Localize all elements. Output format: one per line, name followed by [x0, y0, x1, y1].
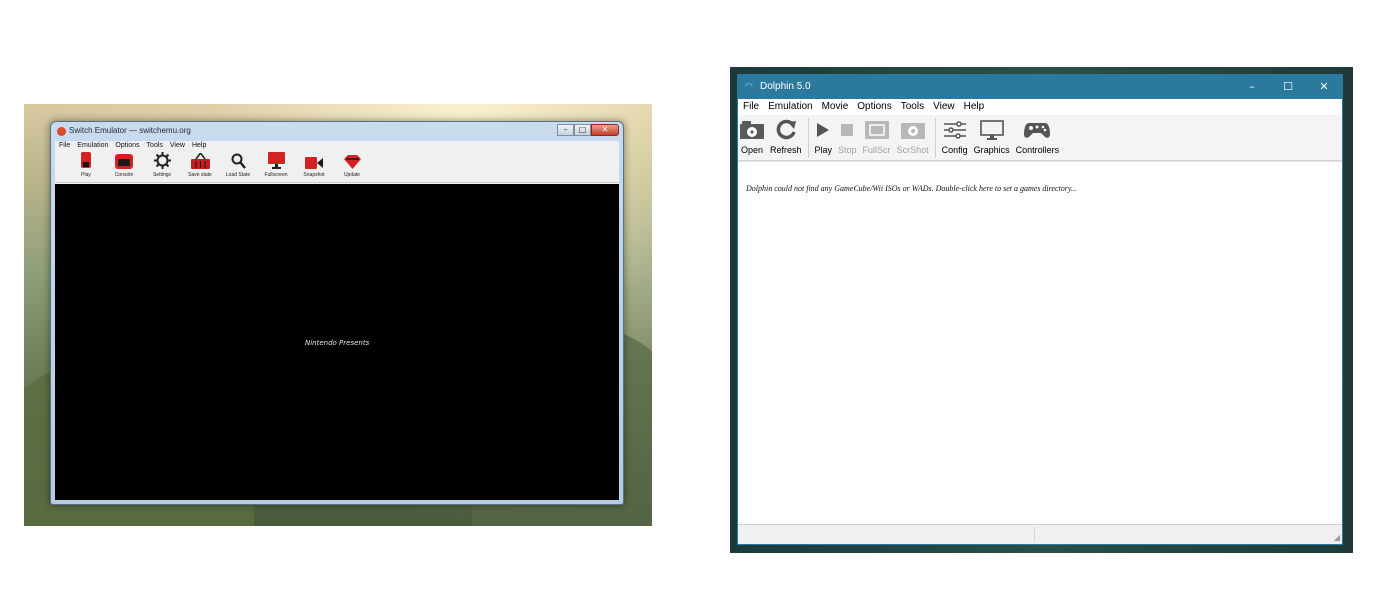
load-state-label: Load State	[225, 172, 251, 178]
update-button[interactable]: Update	[333, 151, 371, 182]
console-icon	[114, 151, 134, 169]
screen-text: Nintendo Presents	[305, 339, 370, 347]
search-icon	[228, 151, 248, 169]
fullscreen-button[interactable]: Fullscreen	[257, 151, 295, 182]
menu-emulation[interactable]: Emulation	[768, 99, 812, 115]
graphics-button[interactable]: Graphics	[974, 115, 1010, 155]
open-button[interactable]: Open	[740, 115, 764, 155]
toolbar: Open Refresh Play Stop FullScr ScrShot C…	[738, 115, 1342, 161]
save-state-icon	[190, 151, 210, 169]
config-icon	[943, 115, 966, 145]
title-bar[interactable]: ◠ Dolphin 5.0 – ☐ ✕	[738, 75, 1342, 99]
play-label: Play	[81, 172, 91, 178]
play-button[interactable]: Play	[67, 151, 105, 182]
menu-help[interactable]: Help	[964, 99, 985, 115]
stop-icon	[840, 115, 854, 145]
stop-button[interactable]: Stop	[838, 115, 857, 155]
window-title: Switch Emulator — switchemu.org	[69, 126, 191, 135]
graphics-label: Graphics	[973, 145, 1010, 155]
resize-grip-icon[interactable]: ◢	[1334, 533, 1340, 542]
status-divider	[1034, 527, 1035, 542]
fullscreen-label: FullScr	[862, 145, 891, 155]
graphics-icon	[979, 115, 1004, 145]
maximize-button[interactable]: ☐	[1270, 75, 1306, 99]
settings-icon	[152, 151, 172, 169]
config-label: Config	[941, 145, 968, 155]
stop-label: Stop	[838, 145, 857, 155]
menu-view[interactable]: View	[933, 99, 955, 115]
dolphin-window: ◠ Dolphin 5.0 – ☐ ✕ File Emulation Movie…	[737, 74, 1343, 545]
menu-view[interactable]: View	[170, 141, 185, 151]
refresh-label: Refresh	[770, 145, 802, 155]
menu-tools[interactable]: Tools	[147, 141, 163, 151]
menu-file[interactable]: File	[743, 99, 759, 115]
snapshot-label: Snapshot	[303, 172, 325, 178]
close-button[interactable]: ✕	[591, 124, 619, 136]
open-label: Open	[740, 145, 764, 155]
controllers-button[interactable]: Controllers	[1015, 115, 1060, 155]
game-screen[interactable]: Nintendo Presents	[55, 184, 619, 500]
refresh-button[interactable]: Refresh	[770, 115, 802, 155]
play-icon	[76, 151, 96, 169]
refresh-icon	[775, 115, 797, 145]
menu-help[interactable]: Help	[192, 141, 206, 151]
app-logo-icon	[57, 127, 66, 136]
switch-emulator-screenshot: Switch Emulator — switchemu.org – □ ✕ Fi…	[24, 104, 652, 526]
fullscreen-icon	[864, 115, 889, 145]
settings-label: Settings	[152, 172, 172, 178]
menu-emulation[interactable]: Emulation	[77, 141, 108, 151]
window-body: File Emulation Options Tools View Help P…	[55, 141, 619, 500]
fullscreen-button[interactable]: FullScr	[863, 115, 891, 155]
game-list[interactable]: Dolphin could not find any GameCube/Wii …	[738, 161, 1342, 524]
config-button[interactable]: Config	[942, 115, 968, 155]
update-label: Update	[343, 172, 361, 178]
title-bar[interactable]: Switch Emulator — switchemu.org – □ ✕	[51, 122, 623, 142]
menu-bar: File Emulation Options Tools View Help	[55, 141, 619, 151]
console-label: Console	[114, 172, 134, 178]
status-bar: ◢	[738, 524, 1342, 544]
maximize-button[interactable]: □	[574, 124, 591, 136]
save-state-label: Save state	[188, 172, 212, 178]
menu-movie[interactable]: Movie	[822, 99, 849, 115]
settings-button[interactable]: Settings	[143, 151, 181, 182]
screenshot-label: ScrShot	[896, 145, 929, 155]
dolphin-screenshot: ◠ Dolphin 5.0 – ☐ ✕ File Emulation Movie…	[730, 67, 1353, 553]
play-icon	[816, 115, 830, 145]
load-state-button[interactable]: Load State	[219, 151, 257, 182]
minimize-button[interactable]: –	[1234, 75, 1270, 99]
toolbar-separator	[934, 118, 936, 158]
update-icon	[342, 151, 362, 169]
monitor-icon	[266, 151, 286, 169]
screenshot-icon	[900, 115, 925, 145]
menu-options[interactable]: Options	[857, 99, 891, 115]
window-controls: – ☐ ✕	[1234, 75, 1342, 99]
window-title: Dolphin 5.0	[760, 81, 811, 92]
open-icon	[740, 115, 764, 145]
switch-emulator-window: Switch Emulator — switchemu.org – □ ✕ Fi…	[50, 121, 624, 505]
toolbar-separator	[807, 118, 809, 158]
fullscreen-label: Fullscreen	[264, 172, 288, 178]
close-button[interactable]: ✕	[1306, 75, 1342, 99]
dolphin-logo-icon: ◠	[745, 82, 753, 92]
menu-file[interactable]: File	[59, 141, 70, 151]
camera-icon	[304, 151, 324, 169]
play-label: Play	[814, 145, 833, 155]
save-state-button[interactable]: Save state	[181, 151, 219, 182]
snapshot-button[interactable]: Snapshot	[295, 151, 333, 182]
controllers-label: Controllers	[1015, 145, 1060, 155]
controllers-icon	[1023, 115, 1051, 145]
console-button[interactable]: Console	[105, 151, 143, 182]
menu-tools[interactable]: Tools	[901, 99, 924, 115]
screenshot-button[interactable]: ScrShot	[897, 115, 929, 155]
menu-options[interactable]: Options	[115, 141, 139, 151]
menu-bar: File Emulation Movie Options Tools View …	[738, 99, 1342, 115]
toolbar: Play Console Settings Save state Load St…	[55, 151, 619, 183]
window-controls: – □ ✕	[557, 124, 619, 136]
play-button[interactable]: Play	[814, 115, 833, 155]
empty-list-message[interactable]: Dolphin could not find any GameCube/Wii …	[746, 184, 1077, 193]
minimize-button[interactable]: –	[557, 124, 574, 136]
